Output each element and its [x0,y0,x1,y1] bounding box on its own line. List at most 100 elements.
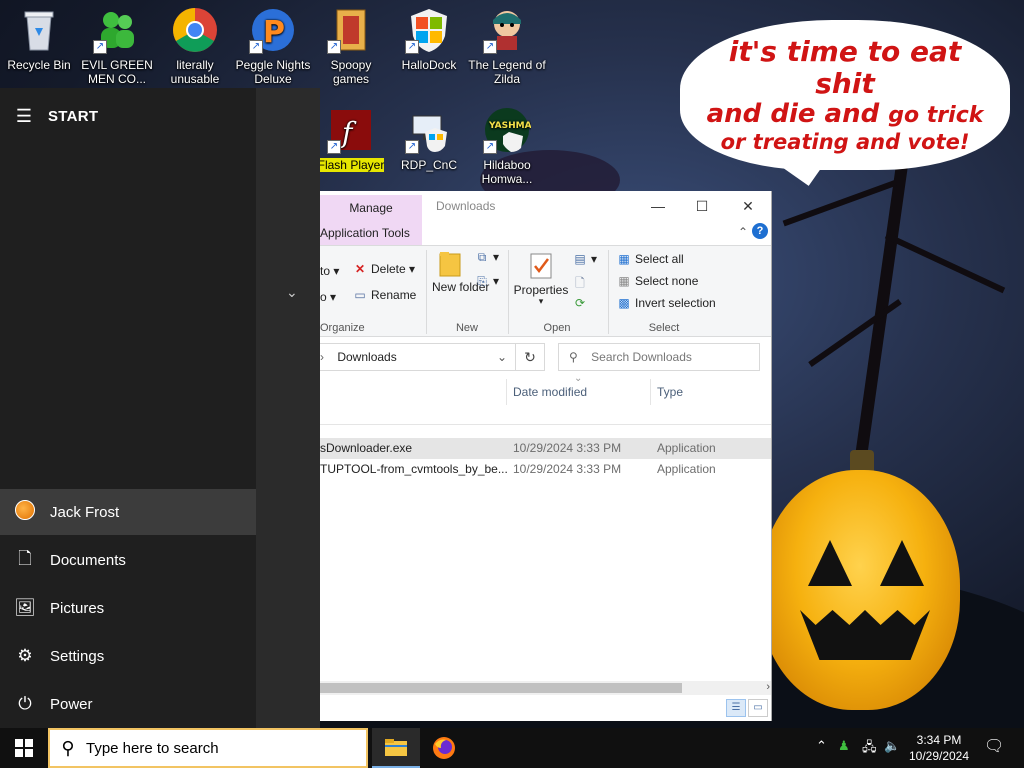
details-view-icon[interactable]: ☰ [726,699,746,717]
file-name: sDownloader.exe [320,441,413,455]
refresh-icon: ↻ [524,349,536,365]
properties-label: Properties [513,283,569,297]
power-icon: ⏻ [18,694,32,713]
desktop-icon-legend-of-zilda[interactable]: ↗ The Legend of Zilda [468,0,546,86]
peggle-icon: P ↗ [249,6,297,54]
folder-icon [385,739,407,756]
rename-button[interactable]: ▭ Rename [352,288,416,302]
tree-branch [782,179,898,227]
file-row[interactable]: sDownloader.exe 10/29/2024 3:33 PM Appli… [320,438,771,459]
desktop-icon-chrome[interactable]: literally unusable [156,0,234,86]
desktop-icon-label: EVIL GREEN MEN CO... [81,58,153,86]
chevron-down-icon[interactable]: ⌄ [286,284,298,301]
taskbar-file-explorer[interactable] [372,728,420,768]
notifications-icon[interactable]: 🗨 [984,736,1004,756]
desktop-icon-evil-green-men[interactable]: ↗ EVIL GREEN MEN CO... [78,0,156,86]
start-item-pictures[interactable]: 🖼 Pictures [0,585,256,631]
desktop-icon-spoopy-games[interactable]: ↗ Spoopy games [312,0,390,86]
start-item-documents[interactable]: 🗋 Documents [0,537,256,583]
edit-icon: 🗋 [575,276,585,290]
large-icons-view-icon[interactable]: ▭ [748,699,768,717]
address-bar[interactable]: › Downloads ⌄ [320,343,516,371]
show-hidden-icons[interactable]: ⌃ [816,738,827,754]
volume-icon[interactable]: 🔈 [884,738,900,754]
start-item-settings[interactable]: ⚙ Settings [0,633,256,679]
start-user-account[interactable]: Jack Frost [0,489,256,535]
rename-icon: ▭ [354,288,366,302]
speech-line-2b: go trick [888,103,984,129]
move-to-button[interactable]: to ▾ [320,264,339,278]
speech-bubble: it's time to eat shit and die and go tri… [680,20,1010,170]
column-divider[interactable] [506,379,507,405]
copy-to-button[interactable]: o ▾ [320,290,336,304]
scrollbar-thumb[interactable] [320,683,682,693]
select-all-button[interactable]: ▦ Select all [616,252,684,266]
column-divider[interactable] [650,379,651,405]
help-icon[interactable]: ? [752,223,768,239]
new-item-icon: ⧉ [477,250,487,264]
open-button[interactable]: ▤ ▾ [572,252,597,266]
maximize-button[interactable]: ☐ [682,195,722,217]
scroll-right-icon[interactable]: › [766,681,770,693]
desktop-icon-hallodock[interactable]: ↗ HalloDock [390,0,468,72]
address-dropdown-icon[interactable]: ⌄ [497,344,507,370]
desktop-icon-peggle[interactable]: P ↗ Peggle Nights Deluxe [234,0,312,86]
header-divider [320,424,771,425]
start-menu-app-list[interactable] [256,88,320,728]
gear-icon: ⚙ [17,646,33,665]
network-icon[interactable]: 🖧 [862,738,877,760]
desktop-icon-hildaboo[interactable]: YASHMA ↗ Hildaboo Homwa... [468,100,546,186]
desktop-icon-recycle-bin[interactable]: Recycle Bin [0,0,78,72]
pumpkin-eye [808,540,852,586]
easy-access-button[interactable]: ⎘ ▾ [474,274,499,289]
edit-button[interactable]: 🗋 [572,274,591,295]
column-type[interactable]: Type [657,385,683,399]
file-explorer-window: Manage Downloads — ☐ ✕ Application Tools… [320,191,772,721]
new-folder-button[interactable]: New folder [432,250,489,294]
invert-selection-button[interactable]: ▩ Invert selection [616,296,715,310]
move-to-label: to [320,264,331,278]
yashma-icon: YASHMA ↗ [483,106,532,154]
breadcrumb-downloads[interactable]: Downloads [337,350,396,364]
svg-text:P: P [263,15,285,50]
delete-button[interactable]: ✕ Delete ▾ [352,262,415,276]
tab-manage[interactable]: Manage [320,195,422,221]
minimize-button[interactable]: — [638,195,678,217]
start-title: START [48,107,99,125]
title-bar[interactable]: Manage Downloads — ☐ ✕ [320,191,771,221]
properties-button[interactable]: Properties ▾ [512,252,570,306]
close-button[interactable]: ✕ [728,195,768,217]
start-header[interactable]: ☰ START [0,100,98,132]
history-button[interactable]: ⟳ [572,296,591,310]
new-item-button[interactable]: ⧉ ▾ [474,250,499,265]
start-button[interactable] [0,728,48,768]
shortcut-arrow-icon: ↗ [93,40,107,54]
collapse-ribbon-icon[interactable]: ⌃ [738,225,748,239]
shortcut-arrow-icon: ↗ [483,140,497,154]
refresh-button[interactable]: ↻ [515,343,545,371]
windows-logo-icon [15,739,33,757]
desktop-icon-flash-player[interactable]: f ↗ Flash Player [312,100,390,172]
group-label-organize: Organize [320,322,365,334]
system-clock[interactable]: 3:34 PM 10/29/2024 [904,732,974,764]
taskbar-search-input[interactable]: ⚲ Type here to search [48,728,368,768]
file-type: Application [657,441,716,455]
start-item-label: Settings [50,647,105,665]
select-none-button[interactable]: ▦ Select none [616,274,698,288]
start-item-label: Power [50,695,93,713]
taskbar-firefox[interactable] [420,728,468,768]
people-tray-icon[interactable]: ♟ [838,738,850,754]
desktop-icon-rdp-cnc[interactable]: ↗ RDP_CnC [390,100,468,172]
rdp-icon: ↗ [405,106,453,154]
hamburger-menu-icon[interactable]: ☰ [0,106,48,127]
column-date-modified[interactable]: Date modified [513,385,587,399]
column-headers: Date modified ⌄ Type [320,373,771,405]
select-all-label: Select all [635,252,684,266]
search-input[interactable]: ⚲ Search Downloads [558,343,760,371]
start-item-power[interactable]: ⏻ Power [0,681,256,727]
horizontal-scrollbar[interactable]: › [320,681,771,695]
shortcut-arrow-icon: ↗ [327,40,341,54]
file-row[interactable]: TUPTOOL-from_cvmtools_by_be... 10/29/202… [320,459,771,480]
tab-application-tools[interactable]: Application Tools [320,221,422,245]
shortcut-arrow-icon: ↗ [405,140,419,154]
